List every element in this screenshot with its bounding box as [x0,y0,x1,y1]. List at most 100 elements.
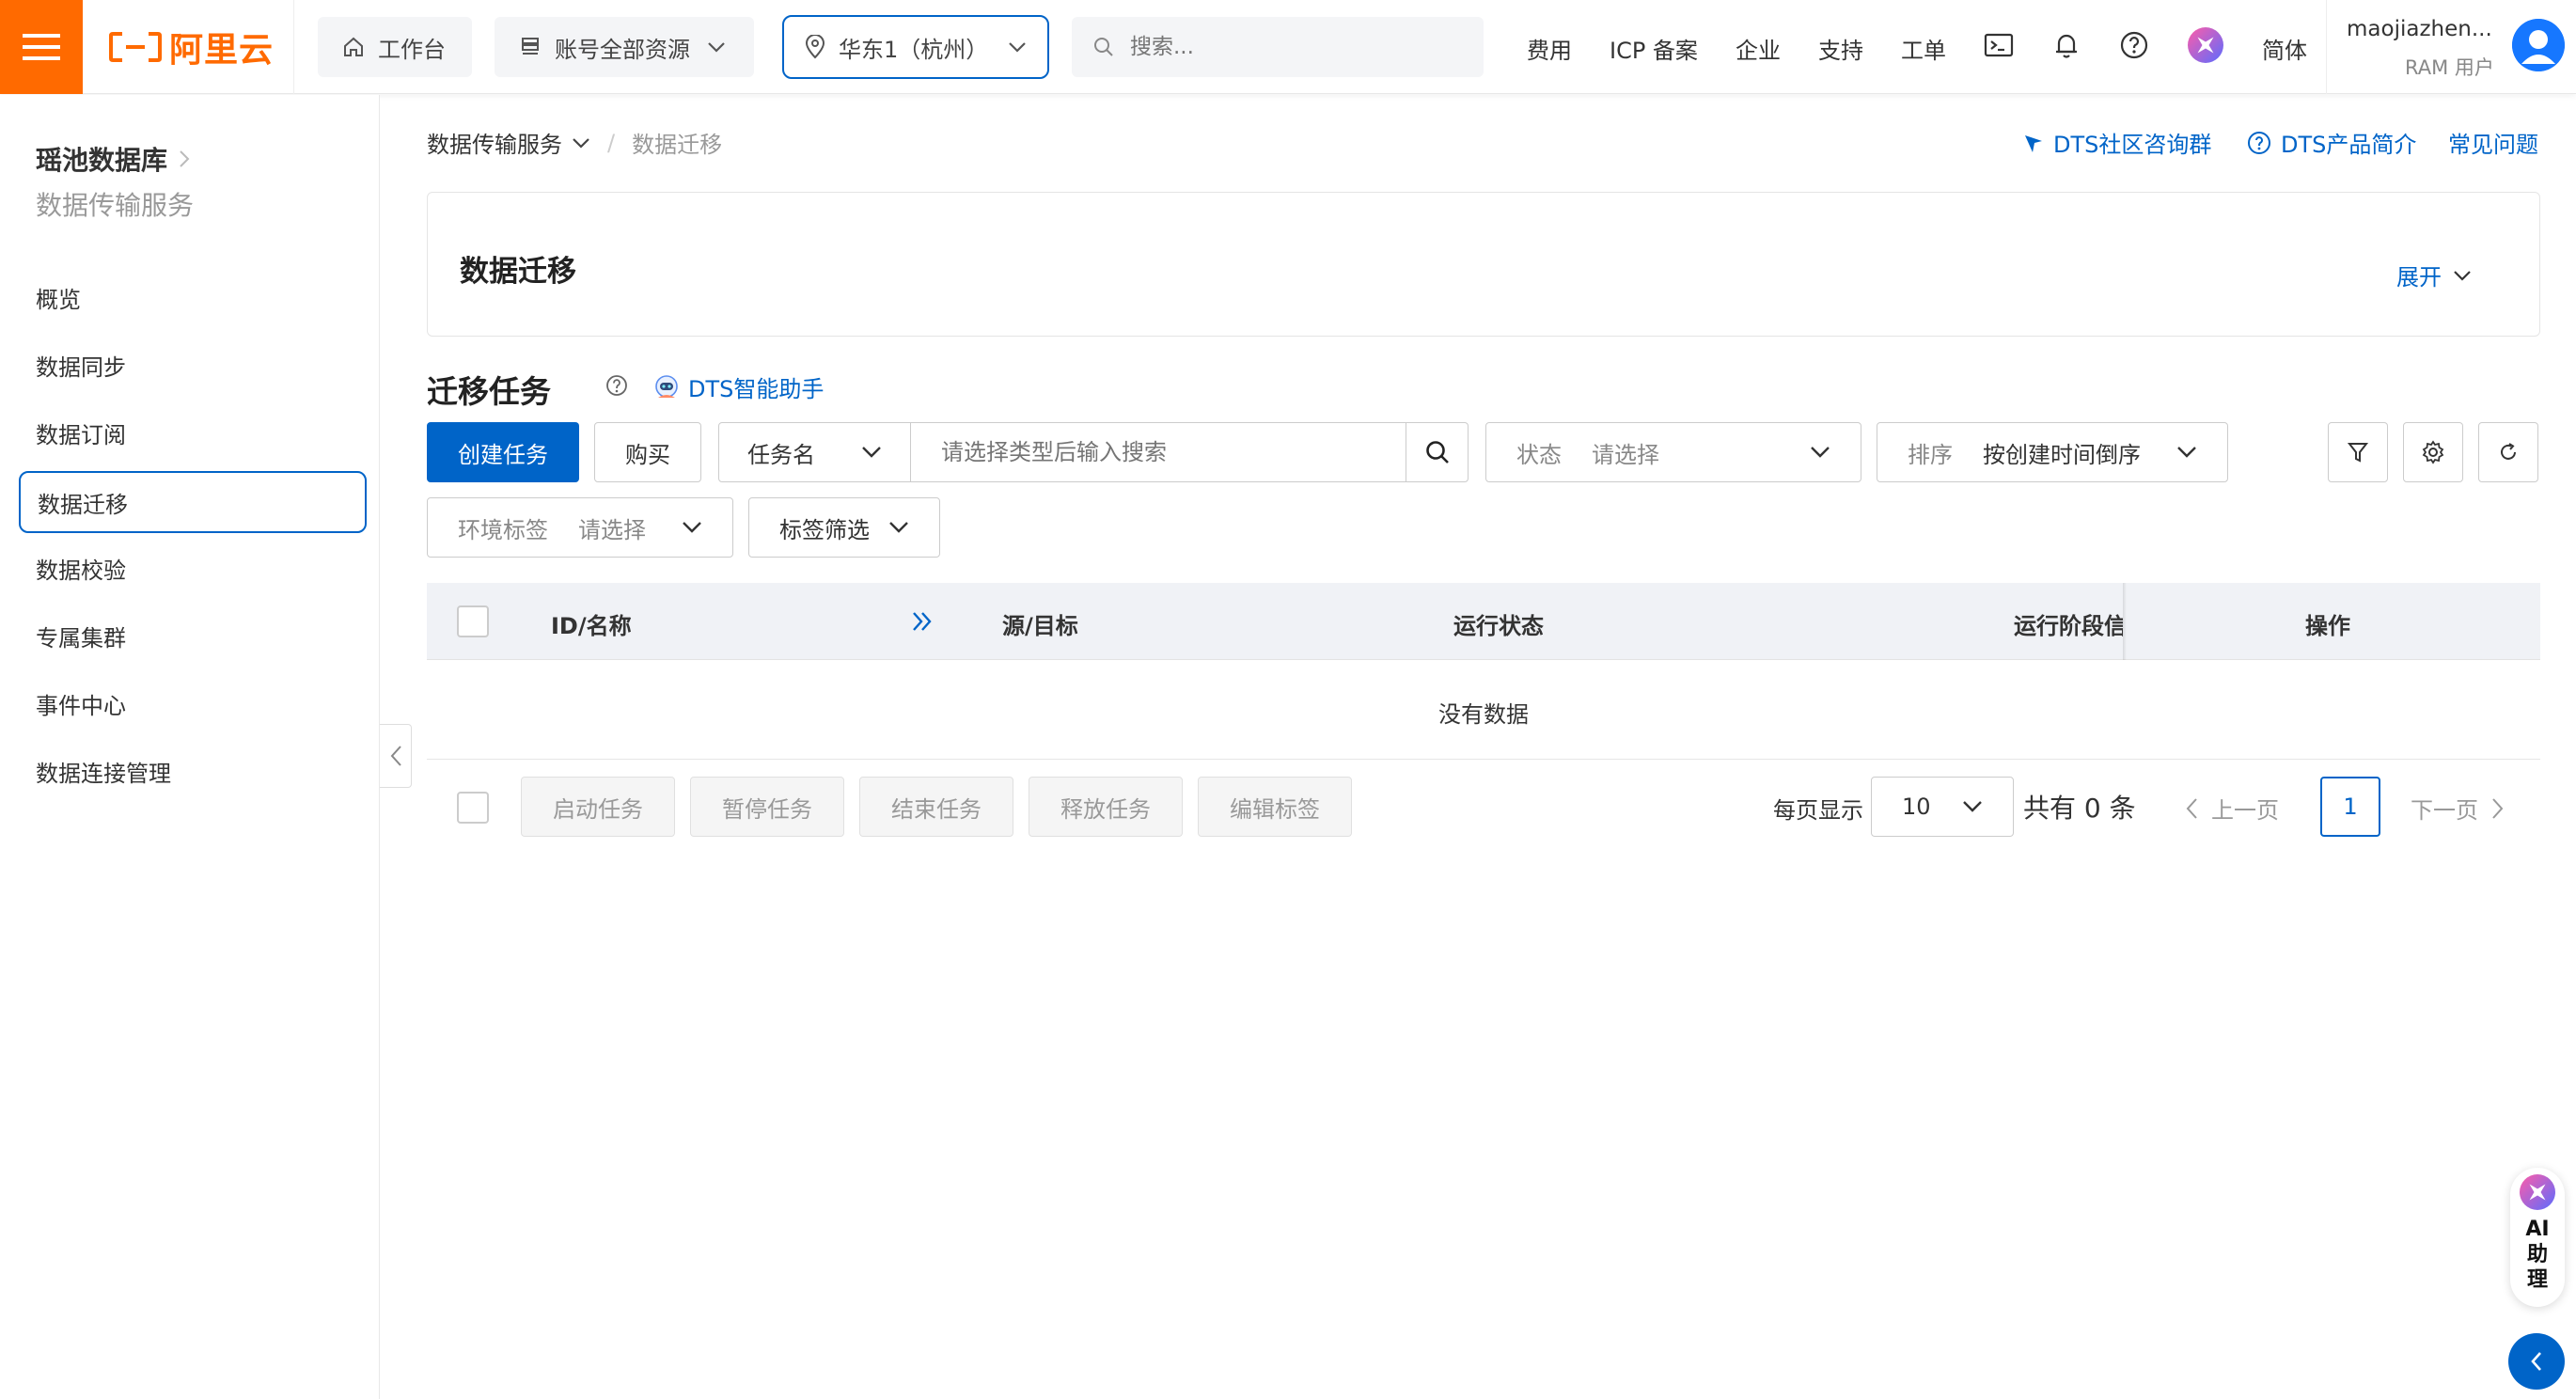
nav-link-billing[interactable]: 费用 [1527,32,1572,65]
task-search-group: 任务名 [718,422,1469,482]
faq-link[interactable]: 常见问题 [2448,126,2538,159]
chevron-down-icon[interactable] [572,137,590,149]
end-task-button[interactable]: 结束任务 [859,777,1013,837]
env-tag-select[interactable]: 环境标签 请选择 [427,497,733,558]
env-tag-value: 请选择 [578,516,646,543]
refresh-button[interactable] [2478,422,2538,482]
product-intro-link[interactable]: DTS产品简介 [2247,126,2416,159]
search-type-dropdown[interactable]: 任务名 [719,423,911,481]
product-name-label: 瑶池数据库 [36,145,168,176]
sidebar-item-migration[interactable]: 数据迁移 [19,471,367,533]
chevron-down-icon [861,446,882,459]
aliyun-logo[interactable]: 阿里云 [109,26,274,70]
ai-assistant-label: AI助理 [2525,1218,2550,1292]
expand-label: 展开 [2396,264,2442,291]
status-select-value: 请选择 [1592,441,1659,468]
megaphone-icon [2023,132,2044,154]
chevron-down-icon [1008,41,1027,53]
buy-button[interactable]: 购买 [594,422,701,482]
help-circle-icon [2247,131,2271,155]
settings-button[interactable] [2403,422,2463,482]
ai-assistant-float-button[interactable]: AI助理 [2510,1168,2565,1307]
search-type-label: 任务名 [747,441,815,468]
community-link[interactable]: DTS社区咨询群 [2023,126,2211,159]
select-all-checkbox[interactable] [457,605,489,637]
divider [2326,0,2327,94]
task-search-input[interactable] [911,423,1406,481]
avatar[interactable] [2512,19,2565,71]
sort-select[interactable]: 排序 按创建时间倒序 [1877,422,2228,482]
sidebar-item-cluster[interactable]: 专属集群 [19,605,367,667]
table-header: ID/名称 源/目标 运行状态 运行阶段信 操作 [427,583,2540,660]
release-task-button[interactable]: 释放任务 [1029,777,1183,837]
language-switch[interactable]: 简体 [2262,32,2307,65]
breadcrumb-separator: / [607,129,616,156]
region-label: 华东1（杭州） [839,36,989,63]
sidebar-collapse-button[interactable] [380,724,412,788]
status-select[interactable]: 状态 请选择 [1485,422,1861,482]
edit-tags-button[interactable]: 编辑标签 [1198,777,1352,837]
ai-star-icon[interactable] [2187,26,2224,64]
next-page-button[interactable]: 下一页 [2411,792,2505,825]
sidebar-item-connections[interactable]: 数据连接管理 [19,740,367,802]
chevron-down-icon [682,521,702,534]
global-search[interactable] [1072,17,1484,77]
double-chevron-right-icon[interactable] [910,609,935,634]
aliyun-logo-icon [109,32,162,62]
page-size-select[interactable]: 10 [1871,777,2014,837]
dts-assistant-label: DTS智能助手 [688,376,825,402]
refresh-icon [2497,441,2520,464]
sort-select-label: 排序 [1908,441,1953,468]
chevron-down-icon [2453,270,2472,281]
ai-star-icon [2519,1173,2556,1211]
select-all-bottom-checkbox[interactable] [457,792,489,824]
filter-button[interactable] [2328,422,2388,482]
top-navigation-bar: 阿里云 工作台 账号全部资源 华东1（杭州） 费用 ICP 备案 企业 支持 [0,0,2576,94]
sidebar-item-subscribe[interactable]: 数据订阅 [19,401,367,464]
sidebar: 瑶池数据库 数据传输服务 概览 数据同步 数据订阅 数据迁移 数据校验 专属集群… [0,95,380,1399]
gear-icon [2421,440,2445,464]
subproduct-name: 数据传输服务 [36,190,195,221]
nav-link-support[interactable]: 支持 [1818,32,1863,65]
column-header-run-stage: 运行阶段信 [2014,613,2123,639]
tag-filter-label: 标签筛选 [779,516,870,543]
nav-link-enterprise[interactable]: 企业 [1736,32,1781,65]
region-selector[interactable]: 华东1（杭州） [782,15,1049,79]
sidebar-item-events[interactable]: 事件中心 [19,672,367,734]
prev-page-button[interactable]: 上一页 [2185,792,2279,825]
robot-icon [652,373,681,401]
help-icon[interactable] [605,374,628,397]
start-task-button[interactable]: 启动任务 [521,777,675,837]
create-task-button[interactable]: 创建任务 [427,422,579,482]
sidebar-item-sync[interactable]: 数据同步 [19,334,367,396]
expand-button[interactable]: 展开 [2396,259,2472,291]
terminal-icon[interactable] [1984,30,2014,60]
page-number-button[interactable]: 1 [2320,777,2380,837]
workbench-button[interactable]: 工作台 [318,17,472,77]
sidebar-item-validation[interactable]: 数据校验 [19,537,367,599]
breadcrumb-root[interactable]: 数据传输服务 [427,126,562,159]
pause-task-button[interactable]: 暂停任务 [690,777,844,837]
page-size-value: 10 [1902,794,1931,820]
search-icon [1424,439,1451,465]
chevron-left-icon [2185,797,2198,820]
nav-link-ticket[interactable]: 工单 [1901,32,1946,65]
global-search-input[interactable] [1130,35,1450,59]
collapse-float-button[interactable] [2508,1333,2565,1390]
user-name[interactable]: maojiazhen... [2347,17,2492,41]
help-icon[interactable] [2119,30,2149,60]
user-role: RAM 用户 [2405,56,2494,79]
task-search-button[interactable] [1406,423,1468,481]
dts-assistant-link[interactable]: DTS智能助手 [652,370,824,403]
bell-icon[interactable] [2051,30,2081,60]
env-tag-label: 环境标签 [458,516,548,543]
nav-link-icp[interactable]: ICP 备案 [1610,32,1698,65]
page-size-label: 每页显示 [1773,797,1863,824]
sidebar-item-overview[interactable]: 概览 [19,266,367,328]
resources-dropdown[interactable]: 账号全部资源 [495,17,754,77]
location-pin-icon [805,35,825,59]
tag-filter-dropdown[interactable]: 标签筛选 [748,497,940,558]
column-header-id-name: ID/名称 [551,613,632,639]
menu-icon[interactable] [0,0,83,94]
product-name[interactable]: 瑶池数据库 [36,140,190,178]
